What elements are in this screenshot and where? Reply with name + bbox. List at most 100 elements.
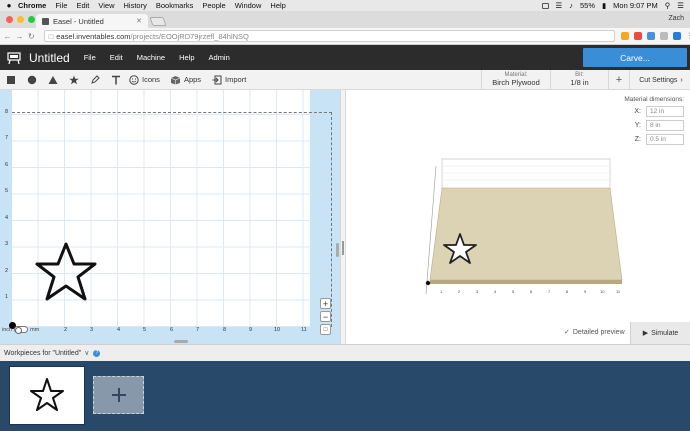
horizontal-scrollbar[interactable] [174, 340, 188, 343]
design-canvas[interactable]: 8 7 6 5 4 3 2 1 2 3 4 5 6 7 8 9 10 11 in… [0, 90, 340, 344]
triangle-tool[interactable] [42, 70, 63, 90]
simulate-label: Simulate [651, 329, 679, 337]
menu-window[interactable]: Window [235, 1, 262, 10]
material-dimensions-title: Material dimensions: [624, 96, 684, 103]
menu-history[interactable]: History [124, 1, 147, 10]
add-workpiece-button[interactable] [93, 376, 144, 414]
detailed-preview-toggle[interactable]: ✓ Detailed preview [564, 328, 625, 337]
easel-menu-admin[interactable]: Admin [209, 53, 230, 62]
battery-icon[interactable]: ▮ [602, 1, 606, 10]
workpiece-thumbnail[interactable] [9, 366, 85, 425]
menu-file[interactable]: File [55, 1, 67, 10]
material-selector[interactable]: Material: Birch Plywood [481, 70, 550, 90]
vertical-scrollbar[interactable] [336, 243, 339, 257]
import-tool[interactable]: Import [209, 70, 254, 90]
menu-bookmarks[interactable]: Bookmarks [156, 1, 194, 10]
cut-settings-button[interactable]: Cut Settings › [632, 70, 690, 90]
extension-icon[interactable] [633, 32, 642, 40]
circle-tool[interactable] [21, 70, 42, 90]
preview-footer: ✓ Detailed preview ▶ Simulate [346, 322, 690, 344]
dim-z-input[interactable]: 0.5 in [646, 134, 684, 145]
dropdown-icon[interactable]: ∨ [84, 349, 89, 357]
preview-x-tick: 9 [584, 289, 587, 294]
clock[interactable]: Mon 9:07 PM [613, 1, 658, 10]
chrome-menu-icon[interactable]: ⋮ [686, 32, 690, 40]
add-bit-button[interactable]: + [608, 70, 630, 90]
easel-favicon-icon [42, 17, 49, 25]
text-tool[interactable] [105, 70, 126, 90]
close-window-icon[interactable] [6, 16, 13, 23]
wifi-icon[interactable]: ☰ [556, 1, 563, 10]
y-axis: 8 7 6 5 4 3 2 1 [0, 90, 12, 330]
forward-icon[interactable]: → [15, 32, 24, 41]
back-icon[interactable]: ← [3, 32, 12, 41]
easel-menu-file[interactable]: File [84, 53, 96, 62]
new-tab-button[interactable] [149, 17, 167, 26]
reload-icon[interactable]: ↻ [27, 32, 36, 41]
tab-title: Easel - Untitled [53, 16, 104, 26]
close-tab-icon[interactable]: ✕ [136, 17, 142, 25]
maximize-window-icon[interactable] [28, 16, 35, 23]
preview-pane: Material dimensions: X: 12 in Y: 8 in Z:… [346, 90, 690, 344]
extensions: ⋮ [620, 32, 690, 40]
workpiece-star-icon [30, 378, 64, 411]
battery-level[interactable]: 55% [580, 1, 595, 10]
icons-tool[interactable]: Icons [126, 70, 168, 90]
menu-edit[interactable]: Edit [76, 1, 89, 10]
extension-icon[interactable] [620, 32, 629, 40]
apps-label: Apps [183, 75, 202, 84]
y-tick: 4 [5, 215, 9, 221]
volume-icon[interactable]: ♪ [569, 1, 573, 10]
dim-x-input[interactable]: 12 in [646, 106, 684, 117]
easel-menu-help[interactable]: Help [179, 53, 194, 62]
app-menu[interactable]: Chrome [18, 1, 46, 10]
address-bar[interactable]: □ easel.inventables.com /projects/EOOjRD… [43, 30, 615, 42]
fit-view-button[interactable]: □ [320, 324, 331, 335]
y-tick: 2 [5, 268, 9, 274]
profile-name[interactable]: Zach [668, 15, 684, 22]
divider-handle[interactable] [342, 241, 344, 255]
browser-tab[interactable]: Easel - Untitled ✕ [36, 14, 148, 28]
menu-people[interactable]: People [202, 1, 225, 10]
preview-origin [425, 280, 431, 286]
star-tool[interactable] [63, 70, 84, 90]
zoom-out-button[interactable]: − [320, 311, 331, 322]
menu-help[interactable]: Help [270, 1, 285, 10]
apps-tool[interactable]: Apps [168, 70, 209, 90]
simulate-button[interactable]: ▶ Simulate [630, 322, 690, 344]
dim-y-input[interactable]: 8 in [646, 120, 684, 131]
bit-selector[interactable]: Bit: 1/8 in [550, 70, 608, 90]
material-value: Birch Plywood [492, 78, 540, 87]
url-host: easel.inventables.com [56, 31, 131, 41]
extension-icon[interactable] [659, 32, 668, 40]
star-icon [68, 75, 79, 84]
notification-center-icon[interactable]: ☰ [677, 1, 684, 10]
detailed-preview-label: Detailed preview [572, 328, 625, 336]
menubar-status-icon[interactable] [541, 2, 549, 9]
3d-preview[interactable]: 1 2 3 4 5 6 7 8 9 10 11 [420, 154, 640, 304]
spotlight-icon[interactable]: ⚲ [665, 1, 671, 10]
apple-icon[interactable]: ● [0, 1, 18, 10]
browser-toolbar: ← → ↻ □ easel.inventables.com /projects/… [0, 28, 690, 45]
easel-logo-icon[interactable] [7, 51, 21, 65]
checkmark-icon: ✓ [564, 329, 570, 336]
extension-icon[interactable] [672, 32, 681, 40]
menu-view[interactable]: View [98, 1, 114, 10]
x-tick: 2 [64, 327, 68, 333]
minimize-window-icon[interactable] [17, 16, 24, 23]
easel-menu-edit[interactable]: Edit [110, 53, 123, 62]
carve-button[interactable]: Carve... [583, 48, 687, 67]
unit-switch[interactable] [14, 326, 29, 334]
extension-icon[interactable] [646, 32, 655, 40]
help-icon[interactable]: ? [93, 349, 101, 357]
project-title[interactable]: Untitled [29, 51, 70, 65]
square-tool[interactable] [0, 70, 21, 90]
window-controls [6, 16, 35, 23]
zoom-in-button[interactable]: + [320, 298, 331, 309]
unit-toggle[interactable]: inch mm [2, 326, 39, 334]
import-label: Import [225, 75, 247, 84]
dim-x-label: X: [634, 108, 641, 115]
easel-menu-machine[interactable]: Machine [137, 53, 165, 62]
pen-tool[interactable] [84, 70, 105, 90]
star-shape[interactable] [34, 241, 98, 303]
